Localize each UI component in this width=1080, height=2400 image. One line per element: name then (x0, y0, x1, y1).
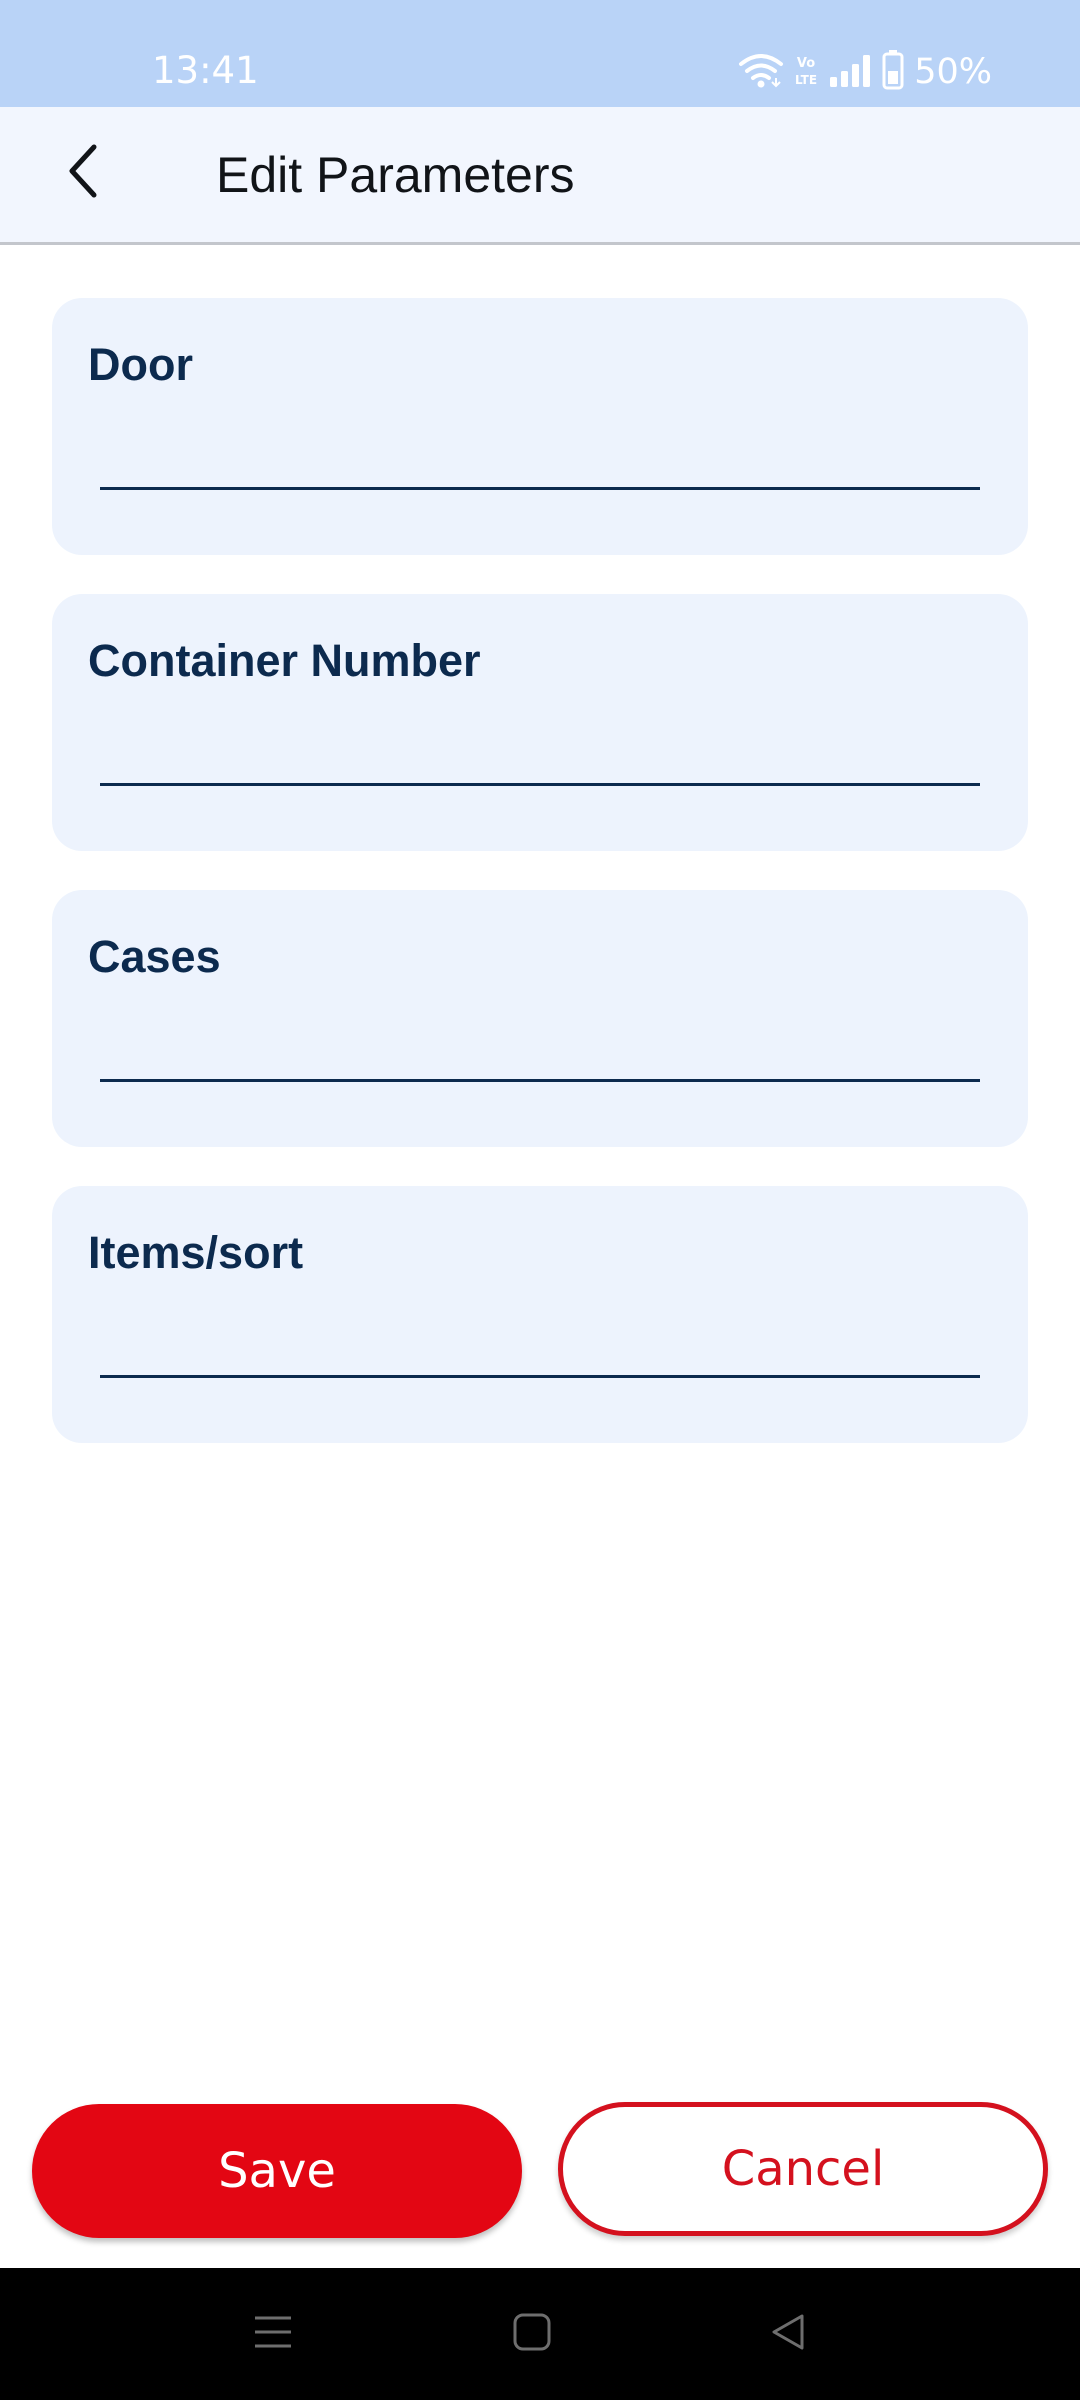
app-bar: Edit Parameters (0, 107, 1080, 245)
chevron-left-icon (64, 143, 104, 204)
save-button[interactable]: Save (32, 2104, 522, 2238)
container-number-label: Container Number (88, 635, 481, 686)
door-label: Door (88, 339, 193, 390)
signal-icon (828, 53, 872, 92)
wifi-icon (738, 52, 784, 93)
back-triangle-icon (768, 2312, 808, 2357)
battery-icon (882, 49, 904, 95)
items-sort-input[interactable] (100, 1306, 980, 1378)
back-button[interactable] (48, 137, 120, 209)
door-field-card: Door (52, 298, 1028, 555)
home-button[interactable] (502, 2304, 562, 2364)
recents-button[interactable] (243, 2304, 303, 2364)
cases-input[interactable] (100, 1010, 980, 1082)
status-time: 13:41 (152, 49, 259, 92)
cases-label: Cases (88, 931, 221, 982)
status-icons: Vo LTE 50% (738, 49, 992, 95)
system-nav-bar (0, 2268, 1080, 2400)
status-bar: 13:41 Vo LTE 50% (0, 0, 1080, 107)
recents-icon (253, 2312, 293, 2357)
home-icon (512, 2312, 552, 2357)
container-number-input[interactable] (100, 714, 980, 786)
cancel-button[interactable]: Cancel (558, 2102, 1048, 2236)
cases-field-card: Cases (52, 890, 1028, 1147)
volte-icon: Vo LTE (794, 52, 818, 93)
items-sort-label: Items/sort (88, 1227, 304, 1278)
svg-text:Vo: Vo (797, 56, 815, 71)
container-number-field-card: Container Number (52, 594, 1028, 851)
items-sort-field-card: Items/sort (52, 1186, 1028, 1443)
battery-percentage: 50% (914, 52, 992, 92)
back-nav-button[interactable] (758, 2304, 818, 2364)
svg-text:LTE: LTE (795, 73, 817, 87)
page-title: Edit Parameters (216, 147, 575, 203)
door-input[interactable] (100, 418, 980, 490)
